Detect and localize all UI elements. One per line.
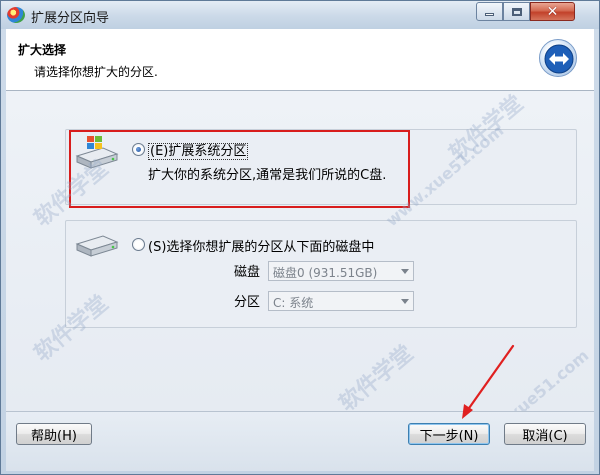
window-title: 扩展分区向导	[31, 11, 110, 26]
minimize-button[interactable]	[476, 2, 503, 21]
annotation-highlight-box	[69, 130, 410, 208]
wizard-arrows-icon	[539, 39, 577, 77]
maximize-button[interactable]	[503, 2, 530, 21]
next-button[interactable]: 下一步(N)	[408, 423, 490, 445]
wizard-footer: 帮助(H) 下一步(N) 取消(C)	[6, 411, 594, 471]
cancel-button[interactable]: 取消(C)	[504, 423, 586, 445]
help-button[interactable]: 帮助(H)	[16, 423, 92, 445]
partition-label: 分区	[234, 295, 261, 310]
partition-select[interactable]: C: 系统	[268, 291, 414, 311]
wizard-window: 扩展分区向导 ✕ 扩大选择 请选择你想扩大的分区. (E)扩展系统分区 扩大你的…	[0, 0, 600, 475]
wizard-header: 扩大选择 请选择你想扩大的分区.	[6, 29, 594, 91]
app-icon	[7, 7, 25, 23]
hard-drive-icon	[73, 228, 119, 268]
chevron-down-icon	[401, 299, 409, 304]
minimize-icon	[485, 13, 494, 16]
title-bar[interactable]: 扩展分区向导 ✕	[1, 1, 599, 29]
disk-select-value: 磁盘0 (931.51GB)	[273, 266, 378, 280]
page-subtitle: 请选择你想扩大的分区.	[34, 65, 158, 79]
maximize-icon	[511, 7, 522, 16]
chevron-down-icon	[401, 269, 409, 274]
disk-label: 磁盘	[234, 265, 261, 280]
option-select-partition-label[interactable]: (S)选择你想扩展的分区从下面的磁盘中	[148, 236, 374, 255]
partition-select-value: C: 系统	[273, 296, 314, 310]
wizard-content: (E)扩展系统分区 扩大你的系统分区,通常是我们所说的C盘. (S)选择你想扩展…	[6, 91, 594, 411]
page-title: 扩大选择	[18, 43, 67, 57]
close-button[interactable]: ✕	[530, 2, 575, 21]
radio-select-partition[interactable]	[132, 238, 145, 251]
disk-select[interactable]: 磁盘0 (931.51GB)	[268, 261, 414, 281]
close-icon: ✕	[546, 3, 559, 20]
